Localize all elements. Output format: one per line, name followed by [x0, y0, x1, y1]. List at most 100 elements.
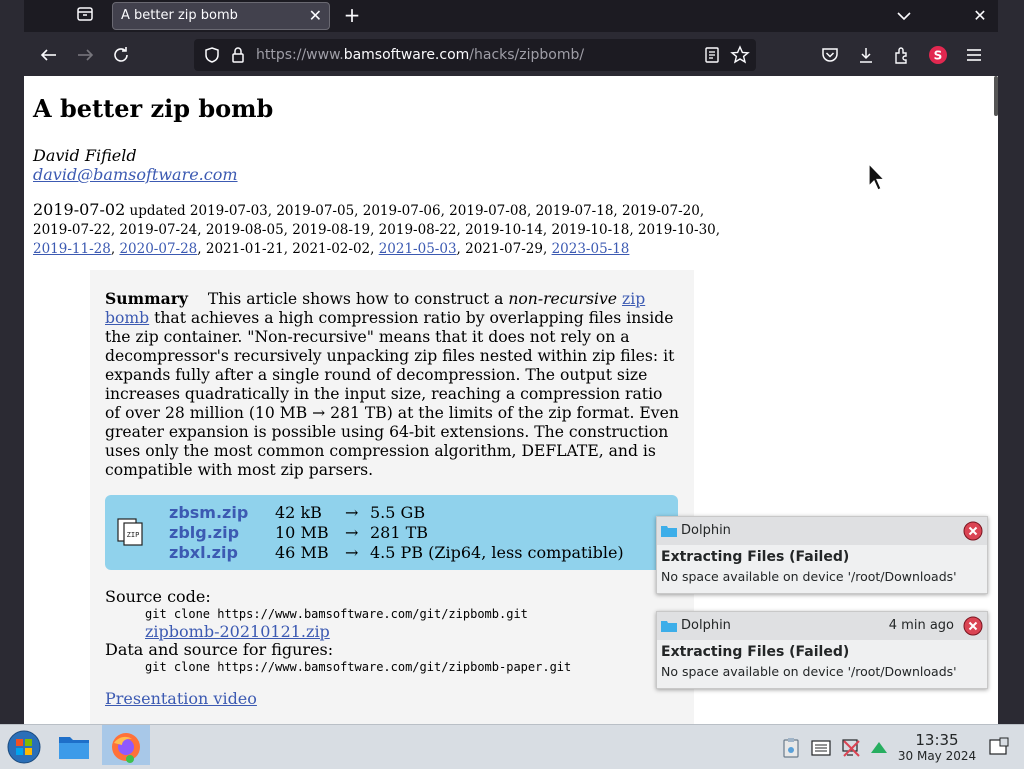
updates-arrow-icon[interactable]	[868, 737, 890, 759]
page-title: A better zip bomb	[33, 94, 274, 123]
clipboard-icon[interactable]	[780, 737, 802, 759]
scrollbar-thumb[interactable]	[994, 76, 998, 116]
start-orb-icon	[7, 730, 41, 764]
date-link[interactable]: 2020-07-28	[119, 241, 197, 257]
presentation-video-link[interactable]: Presentation video	[105, 689, 257, 708]
pocket-icon[interactable]	[820, 45, 840, 65]
firefox-view-button[interactable]	[74, 5, 96, 27]
new-tab-button[interactable]: +	[340, 4, 364, 28]
summary-text: Summary This article shows how to constr…	[105, 289, 680, 480]
svg-text:S: S	[934, 49, 943, 63]
taskbar-firefox[interactable]	[102, 725, 150, 765]
extensions-icon[interactable]	[892, 45, 912, 65]
clock-date[interactable]: 30 May 2024	[894, 749, 980, 763]
folder-icon	[661, 526, 677, 537]
chevron-down-icon	[897, 12, 911, 21]
taskbar-file-manager[interactable]	[56, 729, 92, 765]
url-prefix: https://www.	[256, 47, 344, 63]
page-scrollbar[interactable]	[994, 76, 998, 724]
arrow-right-icon	[78, 49, 94, 61]
source-zip-link[interactable]: zipbomb-20210121.zip	[145, 622, 330, 641]
keyboard-layout-icon[interactable]	[810, 737, 832, 759]
firefox-view-icon	[77, 7, 93, 21]
downloads-panel: ZIP zbsm.zip 42 kB → 5.5 GB zblg.zip 10 MB → 2…	[105, 495, 678, 570]
date-sep: , 2021-01-21, 2021-02-02,	[197, 241, 379, 257]
download-output: 4.5 PB (Zip64, less compatible)	[370, 543, 624, 562]
date-sep: , 2021-07-29,	[456, 241, 552, 257]
date-updated: updated 2019-07-03, 2019-07-05, 2019-07-…	[33, 203, 721, 238]
addon-s-icon[interactable]: S	[928, 45, 948, 65]
url-text[interactable]: https://www.bamsoftware.com/hacks/zipbom…	[256, 47, 584, 63]
source-code-label: Source code:	[105, 587, 211, 606]
data-source-label: Data and source for figures:	[105, 640, 334, 659]
tab-bar: A better zip bomb ✕ + ✕	[24, 0, 998, 32]
tab-active[interactable]: A better zip bomb ✕	[112, 2, 330, 30]
show-desktop-icon[interactable]	[988, 736, 1010, 758]
reload-icon	[114, 47, 128, 62]
download-arrow: →	[345, 543, 359, 562]
download-size: 46 MB	[275, 543, 329, 562]
nav-toolbar: https://www.bamsoftware.com/hacks/zipbom…	[24, 32, 998, 76]
notification-popup[interactable]: Dolphin 4 min ago Extracting Files (Fail…	[656, 611, 988, 689]
download-output: 281 TB	[370, 523, 429, 542]
reader-view-icon[interactable]	[702, 45, 722, 65]
zip-file-icon: ZIP	[117, 518, 143, 546]
download-size: 10 MB	[275, 523, 329, 542]
url-path: /hacks/zipbomb/	[469, 47, 585, 63]
folder-icon	[59, 737, 89, 759]
notification-popup[interactable]: Dolphin Extracting Files (Failed) No spa…	[656, 516, 988, 594]
url-domain: bamsoftware.com	[343, 47, 470, 63]
download-arrow: →	[345, 523, 359, 542]
start-menu-button[interactable]	[6, 729, 42, 765]
svg-text:ZIP: ZIP	[127, 531, 140, 539]
downloads-icon[interactable]	[856, 45, 876, 65]
mouse-cursor-icon	[868, 163, 886, 191]
url-bar[interactable]: https://www.bamsoftware.com/hacks/zipbom…	[194, 39, 756, 71]
firefox-icon	[112, 733, 140, 763]
taskbar: 13:35 30 May 2024	[0, 724, 1024, 769]
network-disconnected-icon[interactable]	[840, 737, 862, 759]
notification-header: Dolphin 4 min ago	[657, 612, 987, 640]
notification-body: No space available on device '/root/Down…	[661, 664, 957, 679]
author-email-link[interactable]: david@bamsoftware.com	[33, 165, 238, 184]
notification-title: Extracting Files (Failed)	[661, 549, 850, 565]
date-first: 2019-07-02	[33, 200, 126, 219]
download-link[interactable]: zbsm.zip	[169, 503, 248, 522]
source-clone-command: git clone https://www.bamsoftware.com/gi…	[145, 607, 528, 621]
notification-app-name: Dolphin	[681, 618, 731, 633]
close-icon[interactable]	[963, 616, 983, 636]
summary-label: Summary	[105, 289, 188, 308]
date-link[interactable]: 2019-11-28	[33, 241, 111, 257]
download-link[interactable]: zblg.zip	[169, 523, 239, 542]
dates-line: 2019-07-02 updated 2019-07-03, 2019-07-0…	[33, 200, 723, 259]
list-all-tabs-button[interactable]	[892, 4, 916, 28]
summary-part: that achieves a high compression ratio b…	[105, 309, 679, 479]
author-name: David Fifield	[33, 146, 137, 165]
notification-header: Dolphin	[657, 517, 987, 545]
back-button[interactable]	[36, 42, 62, 68]
notification-body: No space available on device '/root/Down…	[661, 569, 957, 584]
summary-italic: non-recursive	[508, 290, 618, 308]
date-link[interactable]: 2021-05-03	[379, 241, 457, 257]
data-clone-command: git clone https://www.bamsoftware.com/gi…	[145, 660, 572, 674]
shield-icon[interactable]	[202, 45, 222, 65]
close-icon[interactable]	[963, 521, 983, 541]
download-size: 42 kB	[275, 503, 322, 522]
forward-button[interactable]	[72, 42, 98, 68]
clock-time[interactable]: 13:35	[900, 731, 974, 749]
lock-icon[interactable]	[228, 45, 248, 65]
tab-title: A better zip bomb	[121, 8, 238, 23]
bookmark-star-icon[interactable]	[730, 45, 750, 65]
arrow-left-icon	[40, 49, 56, 61]
notification-time: 4 min ago	[888, 618, 954, 633]
tab-close-icon[interactable]: ✕	[309, 6, 322, 26]
reload-button[interactable]	[108, 42, 134, 68]
download-link[interactable]: zbxl.zip	[169, 543, 238, 562]
date-link[interactable]: 2023-05-18	[552, 241, 630, 257]
window-close-button[interactable]: ✕	[968, 4, 992, 28]
summary-part: This article shows how to construct a	[207, 290, 509, 308]
menu-hamburger-icon[interactable]	[964, 45, 984, 65]
notification-app-name: Dolphin	[681, 523, 731, 538]
download-output: 5.5 GB	[370, 503, 426, 522]
download-arrow: →	[345, 503, 359, 522]
